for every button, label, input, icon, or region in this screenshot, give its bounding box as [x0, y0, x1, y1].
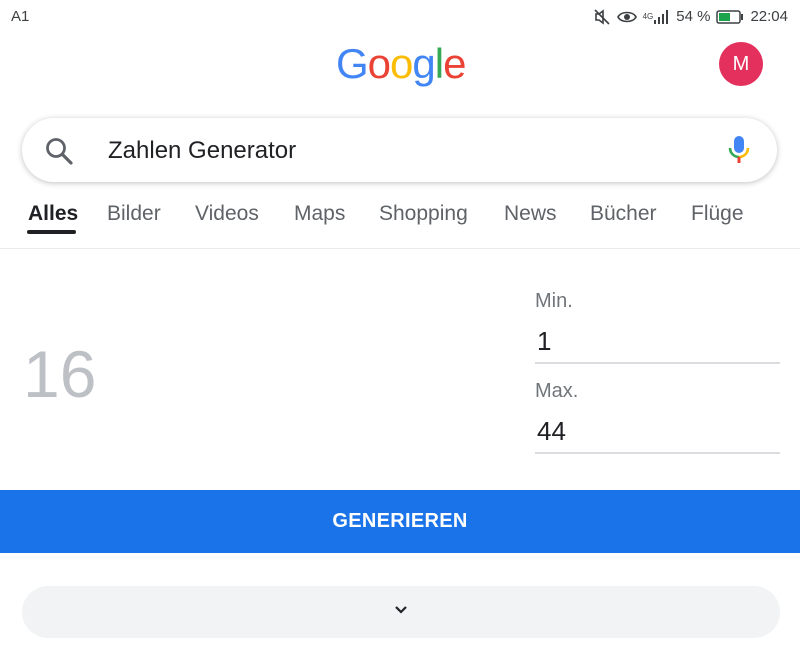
max-label: Max. — [535, 380, 579, 402]
battery-percent: 54 % — [676, 8, 711, 25]
tab-maps[interactable]: Maps — [294, 202, 345, 226]
search-tabs: Alles Bilder Videos Maps Shopping News B… — [0, 192, 800, 249]
status-bar: A1 4G 54 % 22:04 — [0, 0, 800, 34]
logo-letter: o — [390, 40, 413, 87]
chevron-down-icon — [393, 603, 409, 621]
search-input[interactable]: Zahlen Generator — [108, 137, 296, 165]
min-input[interactable]: 1 — [535, 322, 780, 364]
generated-number: 16 — [23, 337, 97, 411]
logo-letter: G — [336, 40, 369, 87]
logo-letter: l — [434, 40, 444, 87]
generate-button[interactable]: GENERIEREN — [0, 490, 800, 553]
tab-shopping[interactable]: Shopping — [379, 202, 468, 226]
tab-news[interactable]: News — [504, 202, 557, 226]
microphone-icon[interactable] — [726, 135, 752, 170]
eye-icon — [616, 10, 637, 24]
active-tab-indicator — [27, 230, 76, 234]
carrier-label: A1 — [11, 8, 30, 25]
search-icon[interactable] — [44, 136, 74, 171]
min-label: Min. — [535, 290, 573, 312]
google-logo[interactable]: Google — [336, 40, 466, 88]
status-icons: 4G 54 % 22:04 — [593, 8, 788, 25]
search-box[interactable]: Zahlen Generator — [22, 118, 777, 182]
generate-button-label: GENERIEREN — [332, 510, 468, 532]
network-type: 4G — [642, 12, 654, 21]
tab-fluege[interactable]: Flüge — [691, 202, 744, 226]
tab-videos[interactable]: Videos — [195, 202, 259, 226]
tab-alles[interactable]: Alles — [28, 202, 78, 226]
header: Google M — [0, 38, 800, 98]
tab-buecher[interactable]: Bücher — [590, 202, 657, 226]
clock: 22:04 — [750, 8, 788, 25]
logo-letter: e — [443, 40, 466, 87]
logo-letter: o — [367, 40, 391, 87]
signal-icon: 4G — [642, 9, 671, 24]
tab-bilder[interactable]: Bilder — [107, 202, 161, 226]
avatar-letter: M — [732, 52, 750, 75]
avatar[interactable]: M — [719, 42, 763, 86]
max-input[interactable]: 44 — [535, 412, 780, 454]
logo-letter: g — [412, 40, 435, 87]
battery-icon — [716, 9, 744, 24]
mute-icon — [593, 8, 611, 25]
expand-button[interactable] — [22, 586, 780, 638]
